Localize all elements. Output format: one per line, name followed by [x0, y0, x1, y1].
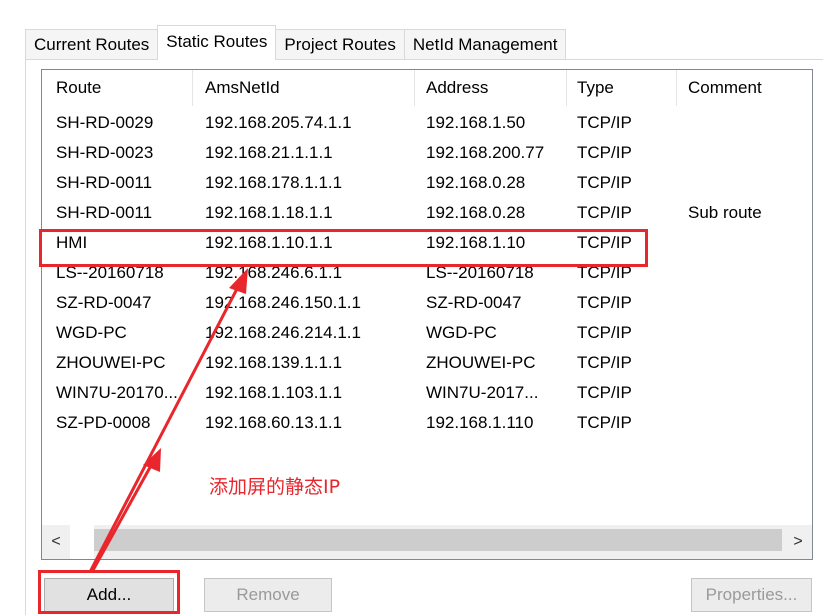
arrow-to-hmi-line	[88, 282, 242, 573]
arrow-to-note-line	[90, 461, 155, 573]
annotation-arrows	[88, 268, 248, 573]
tab-static-routes[interactable]: Static Routes	[157, 25, 277, 60]
arrow-to-hmi-head	[229, 268, 248, 294]
